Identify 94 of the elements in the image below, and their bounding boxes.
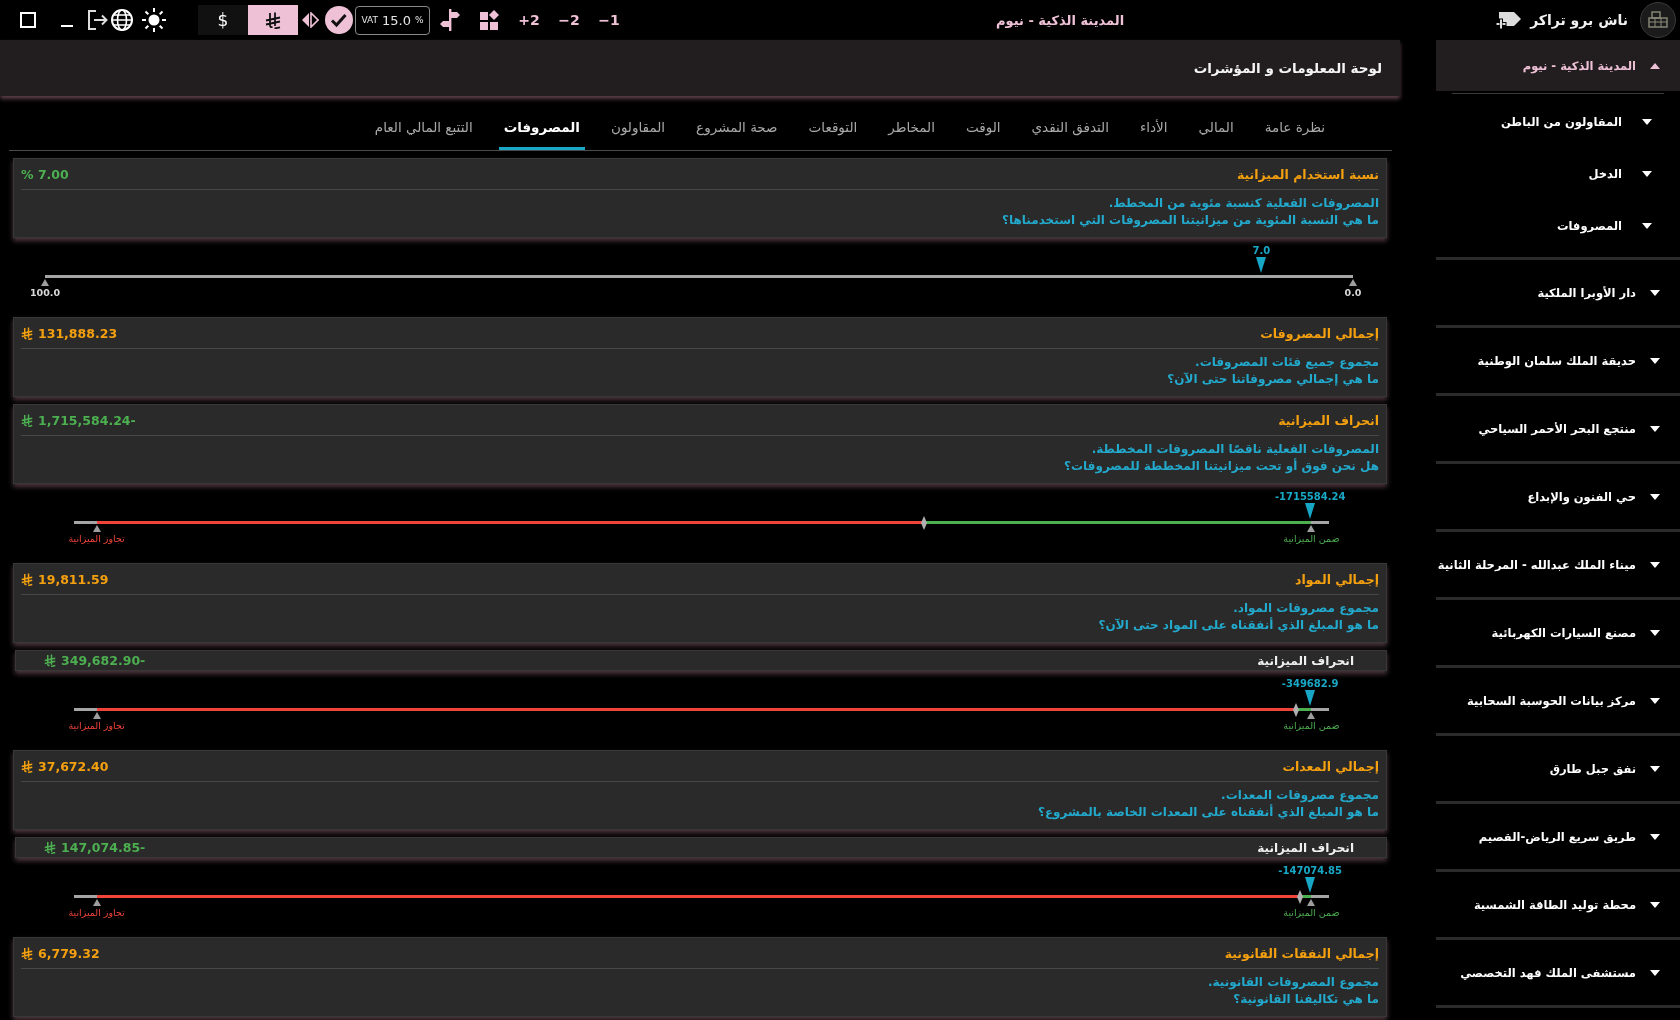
sidebar-item[interactable]: دار الأوبرا الملكية xyxy=(1436,260,1680,325)
metric-title: إجمالي المصروفات xyxy=(1260,325,1379,341)
globe-icon[interactable] xyxy=(111,9,133,31)
metric-description: مجموع مصروفات المعدات. xyxy=(1220,787,1379,804)
left-right-arrows-icon[interactable] xyxy=(301,12,319,28)
sidebar-item[interactable]: حديقة الملك سلمان الوطنية xyxy=(1436,328,1680,393)
tick-triangle-icon xyxy=(92,712,101,719)
within-budget-label: ضمن الميزانية xyxy=(1283,907,1340,919)
metric-value: 37,672.40 xyxy=(38,758,109,774)
currency-sign-icon xyxy=(265,11,281,29)
tick-triangle-icon xyxy=(92,899,101,906)
metric-value: 131,888.23 xyxy=(38,325,118,341)
metric-value: 19,811.59 xyxy=(38,571,109,587)
tick-triangle-icon xyxy=(1307,712,1316,719)
metric-value: 1,715,584.24- xyxy=(38,412,136,428)
metric-title: نسبة استخدام الميزانية xyxy=(1236,166,1379,182)
sidebar-item[interactable]: مصنع السيارات الكهربائية xyxy=(1436,600,1680,665)
tab[interactable]: الوقت xyxy=(960,107,1006,150)
tick-triangle-icon xyxy=(41,279,49,286)
sidebar-item[interactable]: مستشفى الملك فهد التخصصي xyxy=(1436,940,1680,1005)
within-budget-label: ضمن الميزانية xyxy=(1283,533,1340,545)
metric-question: هل نحن فوق أو تحت ميزانيتنا المخططة للمصروفات؟ xyxy=(1063,458,1379,475)
over-budget-label: تجاوز الميزانية xyxy=(68,907,125,919)
sidebar-subitem[interactable]: المقاولون من الباطن xyxy=(1452,96,1664,148)
pointer-value: -349682.9 xyxy=(1281,678,1339,690)
tab[interactable]: الأداء xyxy=(1135,107,1173,150)
metric-description: المصروفات الفعلية ناقصًا المصروفات المخططة. xyxy=(1090,441,1379,458)
tab[interactable]: المقاولون xyxy=(605,107,671,150)
row-value: 349,682.90- xyxy=(61,653,146,668)
metric-title: انحراف الميزانية xyxy=(1278,412,1379,428)
signpost-icon[interactable] xyxy=(440,9,460,31)
step-button[interactable]: −1 xyxy=(594,10,624,30)
tab[interactable]: نظرة عامة xyxy=(1259,107,1330,150)
sidebar-item[interactable]: نفق جبل طارق xyxy=(1436,736,1680,801)
tab[interactable]: التوقعات xyxy=(803,107,863,150)
sidebar-item[interactable]: طريق سريع الرياض-القصيم xyxy=(1436,804,1680,869)
row-value: 147,074.85- xyxy=(61,840,146,855)
over-budget-label: تجاوز الميزانية xyxy=(68,533,125,545)
project-title: المدينة الذكية - نيوم xyxy=(996,12,1125,28)
pointer-value: -1715584.24 xyxy=(1274,491,1346,503)
metric-description: المصروفات الفعلية كنسبة مئوية من المخطط. xyxy=(1107,195,1379,212)
step-button[interactable]: −2 xyxy=(554,10,584,30)
sidebar-item[interactable]: منتجع البحر الأحمر السياحي xyxy=(1436,396,1680,461)
metric-question: ما هي تكاليفنا القانونية؟ xyxy=(1232,991,1379,1008)
tag-plus-icon[interactable] xyxy=(1496,10,1523,30)
tick-triangle-icon xyxy=(1307,525,1316,532)
sidebar-item[interactable]: حي الفنون والإبداع xyxy=(1436,464,1680,529)
scale-label: 100.0 xyxy=(29,287,61,299)
tab[interactable]: التتبع المالي العام xyxy=(369,107,478,150)
check-circle-icon[interactable] xyxy=(325,6,353,34)
blocks-icon[interactable] xyxy=(480,10,500,30)
metric-question: ما هو المبلغ الذي أنفقناه على المعدات الخاصة بالمشروع؟ xyxy=(1036,804,1379,821)
scale-label: 0.0 xyxy=(1344,287,1362,299)
sidebar-item[interactable]: المدينة الذكية - نيوم xyxy=(1436,40,1680,91)
metric-question: ما هي النسبة المئوية من ميزانيتنا المصروفات التي استخدمناها؟ xyxy=(1001,212,1379,229)
square-icon[interactable] xyxy=(20,12,36,28)
metric-question: ما هي إجمالي مصروفاتنا حتى الآن؟ xyxy=(1166,371,1379,388)
metric-value: 6,779.32 xyxy=(38,945,100,961)
sidebar-subitem[interactable]: الدخل xyxy=(1452,148,1664,200)
sidebar-item[interactable]: محطة توليد الطاقة الشمسية xyxy=(1436,872,1680,937)
tick-triangle-icon xyxy=(1349,279,1357,286)
app-name: ناش برو تراكر xyxy=(1530,12,1628,28)
row-title: انحراف الميزانية xyxy=(1257,840,1354,855)
metric-value: % 7.00 xyxy=(21,166,69,182)
metric-question: ما هو المبلغ الذي أنفقناه على المواد حتى الآن؟ xyxy=(1097,617,1379,634)
tab[interactable]: المالي xyxy=(1193,107,1239,150)
metric-title: إجمالي المواد xyxy=(1295,571,1379,587)
tab[interactable]: المصروفات xyxy=(498,107,585,150)
sidebar-item[interactable]: مركز بيانات الحوسبة السحابية xyxy=(1436,668,1680,733)
pointer-value: 7.0 xyxy=(1252,245,1271,257)
page-title: لوحة المعلومات و المؤشرات xyxy=(1193,60,1382,76)
metric-description: مجموع مصروفات المواد. xyxy=(1232,600,1379,617)
over-budget-label: تجاوز الميزانية xyxy=(68,720,125,732)
metric-title: إجمالي المعدات xyxy=(1282,758,1379,774)
currency-button[interactable] xyxy=(248,5,298,35)
sidebar-subitem[interactable]: المصروفات xyxy=(1452,200,1664,252)
row-title: انحراف الميزانية xyxy=(1257,653,1354,668)
tab[interactable]: المخاطر xyxy=(883,107,940,150)
within-budget-label: ضمن الميزانية xyxy=(1283,720,1340,732)
tab[interactable]: التدفق النقدي xyxy=(1026,107,1114,150)
tab[interactable]: صحة المشروع xyxy=(691,107,783,150)
metric-description: مجموع المصروفات القانونية. xyxy=(1206,974,1379,991)
tick-triangle-icon xyxy=(92,525,101,532)
metric-title: إجمالي النفقات القانونية xyxy=(1224,945,1379,961)
pointer-value: -147074.85 xyxy=(1278,865,1342,877)
vat-field[interactable]: VAT 15.0 % xyxy=(355,5,430,35)
sun-icon[interactable] xyxy=(142,8,166,32)
step-button[interactable]: +2 xyxy=(514,10,544,30)
metric-description: مجموع جميع فئات المصروفات. xyxy=(1194,354,1379,371)
tick-triangle-icon xyxy=(1307,899,1316,906)
sidebar-item[interactable]: ميناء الملك عبدالله - المرحلة الثانية xyxy=(1436,532,1680,597)
logo-icon[interactable] xyxy=(1640,2,1676,38)
logout-icon[interactable] xyxy=(87,10,109,30)
currency-button[interactable]: $ xyxy=(198,5,248,35)
